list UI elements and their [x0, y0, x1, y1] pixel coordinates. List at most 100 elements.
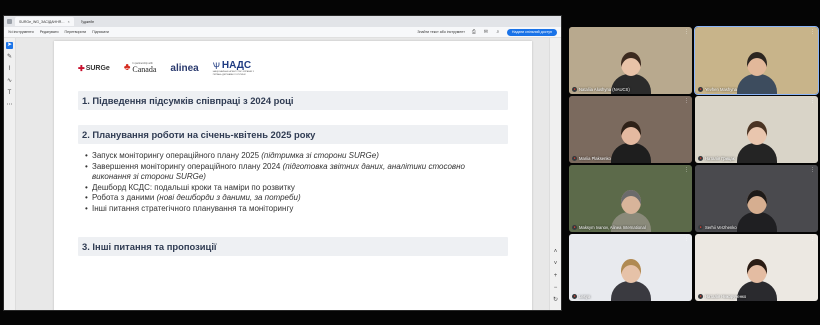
mail-icon[interactable]: ✉	[483, 29, 489, 35]
tab-label: Гуджейн	[80, 19, 95, 24]
print-icon[interactable]: ⎙	[471, 29, 477, 35]
more-options-icon[interactable]: ⋮	[684, 236, 689, 242]
participant-head	[620, 190, 641, 214]
mic-muted-icon: ●	[698, 294, 703, 299]
browser-tab-active[interactable]: SURGe_WG_ЗАСІДАННЯ… ×	[15, 17, 74, 26]
more-options-icon[interactable]: ⋮	[684, 29, 689, 35]
participant-head	[620, 52, 641, 76]
browser-tabbar: SURGe_WG_ЗАСІДАННЯ… × Гуджейн	[4, 16, 561, 27]
slide-page: ✚ SURGe ♣ In partnership with Canada ali…	[54, 41, 532, 310]
participant-tile[interactable]: ⋮ ● Mariia Plaksenko	[569, 96, 692, 163]
viewer-workarea: ➤ ✎ ⌇ ∿ T ⋯ ✚ SURGe ♣ In partnership wit…	[4, 38, 561, 310]
participant-video	[610, 121, 651, 163]
cursor-icon[interactable]: ➤	[6, 42, 13, 49]
participant-torso	[736, 143, 777, 163]
participant-head	[746, 121, 767, 145]
participant-name-label: ● Mariia Plaksenko	[572, 156, 611, 161]
participant-head	[620, 121, 641, 145]
mic-muted-icon: ●	[572, 87, 577, 92]
section-heading-3: 3. Інші питання та пропозиції	[78, 237, 508, 256]
window-menu-icon[interactable]	[7, 19, 12, 24]
bullet-note: (нові дешборди з даними, за потреби)	[156, 193, 301, 203]
document-canvas[interactable]: ✚ SURGe ♣ In partnership with Canada ali…	[16, 38, 549, 310]
partner-logos: ✚ SURGe ♣ In partnership with Canada ali…	[78, 60, 257, 76]
participant-video	[736, 52, 777, 94]
mic-muted-icon: ●	[698, 87, 703, 92]
surge-logo: ✚ SURGe	[78, 64, 110, 73]
canada-logo: ♣ In partnership with Canada	[124, 62, 157, 74]
section-title: 3. Інші питання та пропозиції	[82, 241, 217, 252]
participant-tile[interactable]: ⋮ ● Nataliia Alushyna (NAUCS)	[569, 27, 692, 94]
toolbar-item-convert[interactable]: Перетворити	[65, 30, 87, 34]
participant-tile[interactable]: ⋮ ● Наталія Никорученко	[695, 234, 818, 301]
bullet-note: (підтримка зі сторони SURGe)	[261, 151, 379, 160]
agenda-bullet-list: Запуск моніторингу операційного плану 20…	[85, 151, 505, 215]
more-tools-icon[interactable]: ⋯	[6, 102, 13, 109]
zoom-out-icon[interactable]: −	[552, 285, 559, 292]
zoom-in-icon[interactable]: +	[552, 273, 559, 280]
more-options-icon[interactable]: ⋮	[810, 167, 815, 173]
participant-tile[interactable]: ⋮ ● Lesya	[569, 234, 692, 301]
right-tool-rail: ˄ ˅ + − ↻	[549, 38, 561, 310]
participant-tile[interactable]: ⋮ ● Maksym Ivanov, Alinea International	[569, 165, 692, 232]
text-icon[interactable]: T	[6, 90, 13, 97]
toolbar-item-edit[interactable]: Редагувати	[40, 30, 59, 34]
list-item: Запуск моніторингу операційного плану 20…	[85, 151, 505, 162]
participant-head	[746, 52, 767, 76]
participant-name: Serhii Verzhenko	[705, 225, 737, 230]
highlight-icon[interactable]: ⌇	[6, 66, 13, 73]
participant-name-label: ● Nataliia Alushyna (NAUCS)	[572, 87, 630, 92]
section-heading-2: 2. Планування роботи на січень-квітень 2…	[78, 125, 508, 144]
more-options-icon[interactable]: ⋮	[810, 236, 815, 242]
more-options-icon[interactable]: ⋮	[810, 29, 815, 35]
participant-name: Maksym Ivanov, Alinea International	[579, 225, 646, 230]
maple-leaf-icon: ♣	[123, 62, 131, 74]
toolbar-item-sign[interactable]: Підписати	[92, 30, 109, 34]
tab-label: SURGe_WG_ЗАСІДАННЯ…	[19, 19, 65, 24]
participant-name-label: ● Yevhen Mashyna	[698, 87, 737, 92]
more-options-icon[interactable]: ⋮	[684, 167, 689, 173]
search-icon[interactable]: ⌕	[495, 29, 501, 35]
bullet-text: Інші питання стратегічного планування та…	[92, 203, 294, 213]
participant-name: Nataliia Alushyna (NAUCS)	[579, 87, 630, 92]
participant-torso	[736, 74, 777, 94]
section-title: 1. Підведення підсумків співпраці з 2024…	[82, 95, 294, 106]
mic-muted-icon: ●	[698, 156, 703, 161]
mic-muted-icon: ●	[572, 294, 577, 299]
bullet-text: Дешборд КСДС: подальші кроки та наміри п…	[92, 182, 295, 192]
screen: SURGe_WG_ЗАСІДАННЯ… × Гуджейн Усі інстру…	[0, 0, 820, 325]
mic-muted-icon: ●	[698, 225, 703, 230]
participant-video	[736, 121, 777, 163]
page-up-icon[interactable]: ˄	[552, 249, 559, 256]
shared-screen-window: SURGe_WG_ЗАСІДАННЯ… × Гуджейн Усі інстру…	[3, 15, 562, 311]
more-options-icon[interactable]: ⋮	[810, 98, 815, 104]
draw-icon[interactable]: ∿	[6, 78, 13, 85]
participant-head	[620, 259, 641, 283]
trident-icon: Ѱ	[212, 60, 220, 71]
toolbar-item-all-tools[interactable]: Усі інструменти	[8, 30, 34, 34]
rotate-icon[interactable]: ↻	[552, 297, 559, 304]
search-tools-input[interactable]: Знайти текст або інструмент	[417, 30, 465, 34]
close-icon[interactable]: ×	[68, 20, 70, 24]
participant-name-label: ● Наталія Грицак	[698, 156, 735, 161]
list-item: Інші питання стратегічного планування та…	[85, 204, 505, 215]
canada-logo-text: Canada	[132, 65, 157, 75]
comment-icon[interactable]: ✎	[6, 54, 13, 61]
list-item: Робота з даними (нові дешборди з даними,…	[85, 193, 505, 204]
participant-torso	[610, 143, 651, 163]
more-options-icon[interactable]: ⋮	[684, 98, 689, 104]
participant-grid: ⋮ ● Nataliia Alushyna (NAUCS) ⋮ ● Yevhen Mash…	[569, 26, 819, 302]
participant-tile[interactable]: ⋮ ● Yevhen Mashyna	[694, 26, 819, 95]
nads-logo: Ѱ НАДС НАЦІОНАЛЬНЕ АГЕНТСТВО УКРАЇНИ З П…	[213, 60, 257, 76]
participant-tile[interactable]: ⋮ ● Serhii Verzhenko	[695, 165, 818, 232]
alinea-logo: alinea	[170, 62, 199, 74]
participant-torso	[736, 212, 777, 232]
pdf-toolbar: Усі інструменти Редагувати Перетворити П…	[4, 27, 561, 38]
page-down-icon[interactable]: ˅	[552, 261, 559, 268]
mic-muted-icon: ●	[572, 156, 577, 161]
browser-tab[interactable]: Гуджейн	[77, 17, 99, 26]
participant-tile[interactable]: ⋮ ● Наталія Грицак	[695, 96, 818, 163]
share-button[interactable]: Надати спільний доступ	[506, 28, 557, 36]
participant-torso	[610, 281, 651, 301]
list-item: Завершення моніторингу операційного план…	[85, 162, 505, 183]
